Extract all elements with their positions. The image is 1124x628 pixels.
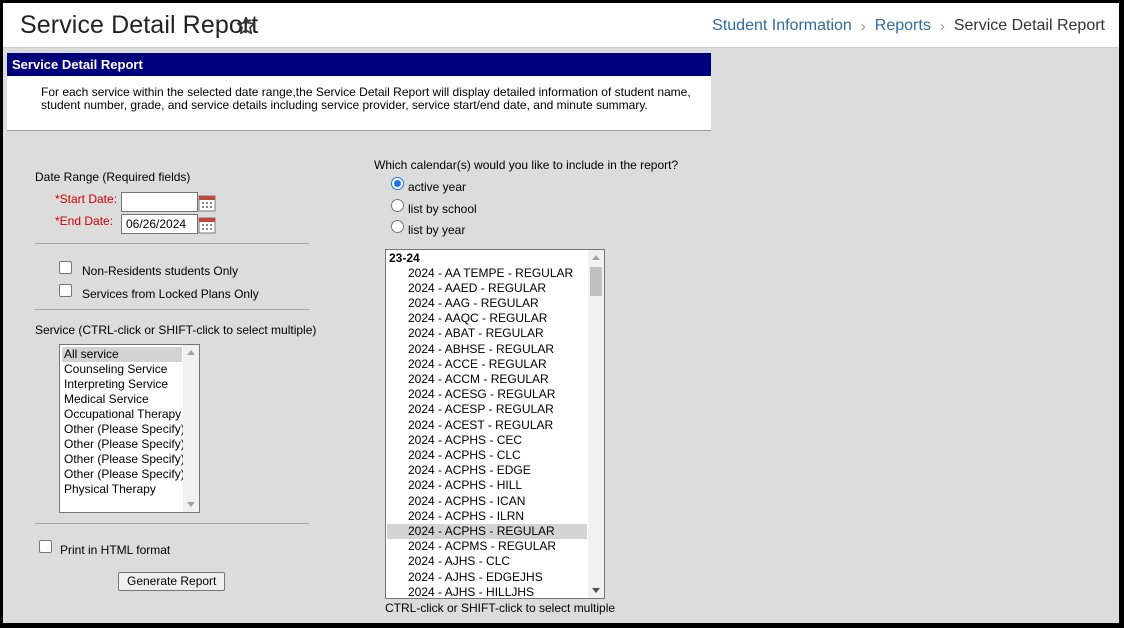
non-residents-checkbox[interactable] (59, 261, 72, 274)
service-listbox[interactable]: All service Counseling Service Interpret… (59, 344, 200, 513)
divider (35, 523, 309, 524)
service-option[interactable]: Occupational Therapy (62, 407, 181, 422)
service-option[interactable]: Interpreting Service (62, 377, 168, 392)
non-residents-label: Non-Residents students Only (82, 264, 239, 278)
calendar-option[interactable]: 2024 - ACESG - REGULAR (406, 387, 555, 402)
calendar-question: Which calendar(s) would you like to incl… (374, 158, 679, 172)
calendar-option[interactable]: 2024 - ACCM - REGULAR (406, 372, 549, 387)
star-icon[interactable] (235, 15, 257, 37)
list-by-year-radio[interactable] (391, 220, 404, 233)
calendar-hint: CTRL-click or SHIFT-click to select mult… (385, 601, 616, 615)
print-html-label: Print in HTML format (60, 543, 171, 557)
page-title: Service Detail Report (20, 11, 259, 39)
scroll-up-icon[interactable] (187, 350, 195, 355)
list-by-school-label: list by school (408, 202, 477, 216)
breadcrumb-reports[interactable]: Reports (875, 17, 931, 35)
calendar-option[interactable]: 2024 - ABHSE - REGULAR (406, 342, 554, 357)
service-scrollbar[interactable] (183, 345, 199, 512)
breadcrumb: Student Information › Reports › Service … (712, 17, 1105, 35)
breadcrumb-current: Service Detail Report (953, 17, 1105, 34)
calendar-option[interactable]: 2024 - AAG - REGULAR (406, 296, 539, 311)
scroll-down-icon[interactable] (187, 502, 195, 507)
calendar-option[interactable]: 2024 - ACPHS - CEC (406, 433, 522, 448)
service-label: Service (CTRL-click or SHIFT-click to se… (35, 323, 317, 337)
end-date-input[interactable] (121, 214, 198, 234)
calendar-option[interactable]: 2024 - AAED - REGULAR (406, 281, 546, 296)
generate-report-button[interactable]: Generate Report (118, 572, 226, 591)
calendar-option[interactable]: 2024 - AJHS - HILLJHS (406, 585, 534, 598)
list-by-school-radio[interactable] (391, 199, 404, 212)
service-option[interactable]: Physical Therapy (62, 482, 156, 497)
calendar-option[interactable]: 2024 - ACPMS - REGULAR (406, 539, 556, 554)
calendar-option[interactable]: 2024 - ACPHS - CLC (406, 448, 521, 463)
active-year-label: active year (408, 180, 467, 194)
locked-plans-label: Services from Locked Plans Only (82, 287, 259, 301)
calendar-group-label: 23-24 (389, 251, 420, 265)
service-option[interactable]: Other (Please Specify) (62, 452, 185, 467)
calendar-listbox[interactable]: 23-24 2024 - AA TEMPE - REGULAR 2024 - A… (385, 249, 605, 599)
scroll-up-icon[interactable] (592, 255, 600, 260)
calendar-scrollbar[interactable] (588, 250, 604, 598)
breadcrumb-student-information[interactable]: Student Information (712, 17, 852, 35)
calendar-option[interactable]: 2024 - ABAT - REGULAR (406, 326, 544, 341)
calendar-option[interactable]: 2024 - ACPHS - ICAN (406, 494, 525, 509)
chevron-right-icon: › (860, 17, 866, 35)
locked-plans-checkbox[interactable] (59, 284, 72, 297)
top-bar: Service Detail Report Student Informatio… (3, 3, 1119, 48)
active-year-radio[interactable] (391, 177, 404, 190)
service-option[interactable]: Other (Please Specify) (62, 467, 185, 482)
scroll-down-icon[interactable] (592, 588, 600, 593)
calendar-option[interactable]: 2024 - ACPHS - EDGE (406, 463, 531, 478)
scrollbar-thumb[interactable] (590, 267, 602, 296)
end-date-label: *End Date: (55, 214, 114, 228)
calendar-option[interactable]: 2024 - ACESP - REGULAR (406, 402, 554, 417)
calendar-option[interactable]: 2024 - ACEST - REGULAR (406, 418, 553, 433)
chevron-right-icon: › (939, 17, 945, 35)
calendar-option[interactable]: 2024 - AJHS - EDGEJHS (406, 570, 543, 585)
divider (35, 309, 309, 310)
panel-description: For each service within the selected dat… (41, 85, 691, 112)
app-frame: Service Detail Report Student Informatio… (3, 3, 1119, 623)
service-option[interactable]: Other (Please Specify) (62, 437, 185, 452)
start-date-label: *Start Date: (55, 192, 118, 206)
service-option[interactable]: Counseling Service (62, 362, 167, 377)
print-html-checkbox[interactable] (39, 540, 52, 553)
date-range-label: Date Range (Required fields) (35, 170, 191, 184)
calendar-icon[interactable] (198, 194, 216, 212)
calendar-icon[interactable] (198, 216, 216, 234)
calendar-option[interactable]: 2024 - AJHS - CLC (406, 554, 510, 569)
report-info-panel: Service Detail Report For each service w… (7, 53, 711, 131)
calendar-option[interactable]: 2024 - ACCE - REGULAR (406, 357, 547, 372)
calendar-option-highlighted[interactable]: 2024 - ACPHS - REGULAR (387, 524, 587, 539)
service-option[interactable]: All service (62, 347, 182, 362)
list-by-year-label: list by year (408, 223, 466, 237)
service-option[interactable]: Other (Please Specify) (62, 422, 185, 437)
calendar-option[interactable]: 2024 - ACPHS - ILRN (406, 509, 524, 524)
calendar-option[interactable]: 2024 - AA TEMPE - REGULAR (406, 266, 573, 281)
calendar-option[interactable]: 2024 - AAQC - REGULAR (406, 311, 547, 326)
divider (35, 243, 309, 244)
panel-heading: Service Detail Report (7, 53, 711, 76)
calendar-option[interactable]: 2024 - ACPHS - HILL (406, 478, 522, 493)
service-option[interactable]: Medical Service (62, 392, 149, 407)
start-date-input[interactable] (121, 192, 198, 212)
